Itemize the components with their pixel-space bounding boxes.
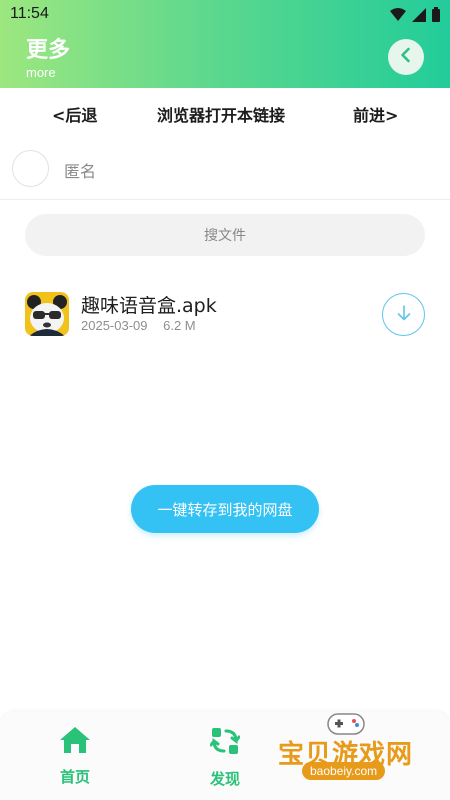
open-in-browser-link[interactable]: 浏览器打开本链接 bbox=[157, 102, 285, 126]
status-bar: 11:54 bbox=[0, 0, 450, 30]
panda-app-icon bbox=[25, 292, 69, 336]
download-arrow-icon bbox=[394, 303, 414, 327]
user-row: 匿名 bbox=[0, 138, 450, 200]
chevron-left-icon bbox=[396, 45, 416, 69]
file-meta: 2025-03-09 6.2 M bbox=[81, 318, 208, 333]
tab-discover-label: 发现 bbox=[209, 770, 240, 788]
page-title: 更多 bbox=[26, 38, 71, 63]
home-icon bbox=[59, 726, 91, 758]
search-placeholder: 搜文件 bbox=[204, 228, 246, 244]
file-size: 6.2 M bbox=[163, 318, 196, 333]
save-to-cloud-button[interactable]: 一键转存到我的网盘 bbox=[131, 485, 319, 533]
download-button[interactable] bbox=[382, 293, 425, 336]
tab-home-label: 首页 bbox=[59, 768, 90, 786]
tab-discover[interactable]: 发现 bbox=[195, 726, 255, 789]
discover-icon bbox=[209, 726, 241, 760]
status-icons bbox=[390, 7, 440, 26]
file-date: 2025-03-09 bbox=[81, 318, 148, 333]
battery-icon bbox=[432, 7, 440, 26]
avatar[interactable] bbox=[12, 150, 49, 187]
tab-home[interactable]: 首页 bbox=[45, 726, 105, 787]
page-subtitle: more bbox=[26, 65, 56, 80]
file-name: 趣味语音盒.apk bbox=[81, 295, 217, 317]
search-input[interactable]: 搜文件 bbox=[25, 214, 425, 256]
file-list-item[interactable]: 趣味语音盒.apk 2025-03-09 6.2 M bbox=[0, 282, 450, 346]
status-time: 11:54 bbox=[10, 5, 49, 22]
user-name: 匿名 bbox=[64, 162, 97, 181]
back-button[interactable] bbox=[388, 39, 424, 75]
save-to-cloud-label: 一键转存到我的网盘 bbox=[157, 500, 293, 519]
signal-icon bbox=[412, 7, 426, 26]
browser-nav-row: <后退 浏览器打开本链接 前进> bbox=[0, 88, 450, 138]
wifi-icon bbox=[390, 7, 406, 26]
watermark-url: baobeiy.com bbox=[302, 762, 386, 780]
nav-back-link[interactable]: <后退 bbox=[52, 102, 97, 126]
watermark-logo: 宝贝游戏网 baobeiy.com bbox=[274, 710, 450, 800]
nav-forward-link[interactable]: 前进> bbox=[353, 102, 398, 126]
header-bar: 11:54 更多 more bbox=[0, 0, 450, 88]
